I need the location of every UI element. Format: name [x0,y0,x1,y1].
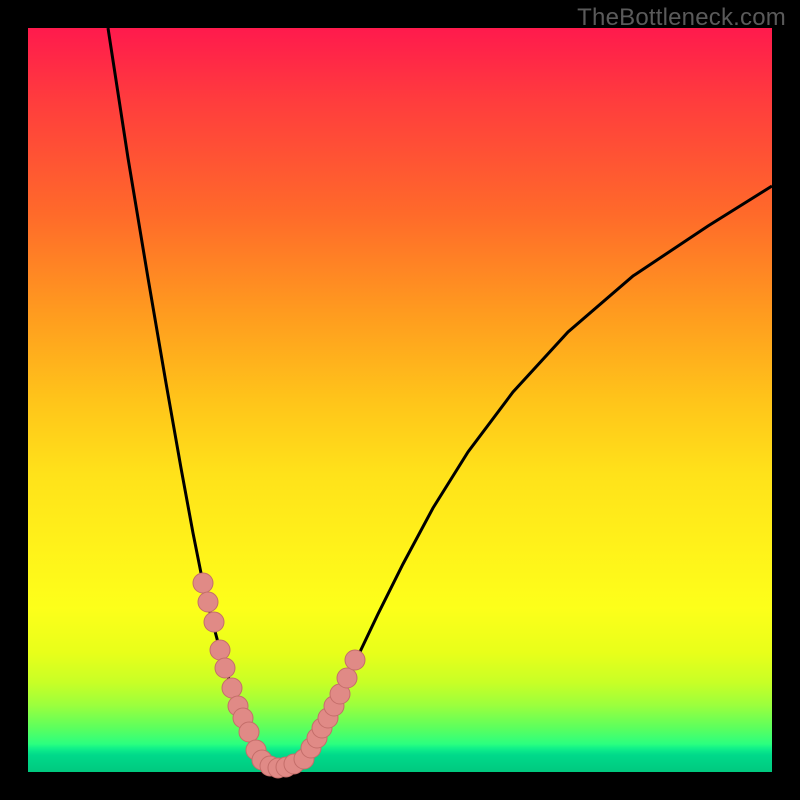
marker-dot [193,573,213,593]
marker-dot [222,678,242,698]
marker-dot [345,650,365,670]
marker-dot [210,640,230,660]
marker-group [193,573,365,778]
marker-dot [215,658,235,678]
curve-left-branch [108,28,260,760]
chart-plot-area [28,28,772,772]
curve-right-branch [303,186,772,760]
watermark-text: TheBottleneck.com [577,4,786,32]
chart-svg [28,28,772,772]
marker-dot [204,612,224,632]
marker-dot [198,592,218,612]
marker-dot [239,722,259,742]
marker-dot [337,668,357,688]
